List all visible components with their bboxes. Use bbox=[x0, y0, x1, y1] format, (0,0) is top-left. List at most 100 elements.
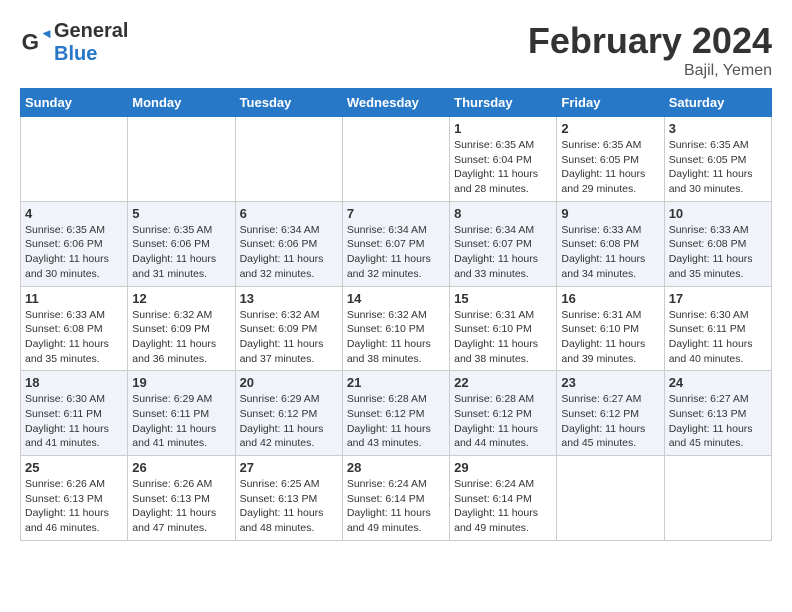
day-number: 15 bbox=[454, 291, 552, 306]
day-number: 3 bbox=[669, 121, 767, 136]
calendar-cell bbox=[128, 117, 235, 202]
weekday-header-wednesday: Wednesday bbox=[342, 89, 449, 117]
day-number: 16 bbox=[561, 291, 659, 306]
calendar-cell: 2 Sunrise: 6:35 AMSunset: 6:05 PMDaylight… bbox=[557, 117, 664, 202]
day-info: Sunrise: 6:34 AMSunset: 6:07 PMDaylight:… bbox=[454, 223, 552, 282]
calendar-cell bbox=[664, 456, 771, 541]
day-number: 18 bbox=[25, 375, 123, 390]
day-info: Sunrise: 6:32 AMSunset: 6:10 PMDaylight:… bbox=[347, 308, 445, 367]
day-info: Sunrise: 6:35 AMSunset: 6:05 PMDaylight:… bbox=[669, 138, 767, 197]
day-info: Sunrise: 6:27 AMSunset: 6:13 PMDaylight:… bbox=[669, 392, 767, 451]
calendar-cell: 3 Sunrise: 6:35 AMSunset: 6:05 PMDaylight… bbox=[664, 117, 771, 202]
month-title: February 2024 bbox=[528, 20, 772, 62]
day-info: Sunrise: 6:26 AMSunset: 6:13 PMDaylight:… bbox=[25, 477, 123, 536]
day-info: Sunrise: 6:33 AMSunset: 6:08 PMDaylight:… bbox=[561, 223, 659, 282]
day-number: 9 bbox=[561, 206, 659, 221]
calendar-cell: 12 Sunrise: 6:32 AMSunset: 6:09 PMDayligh… bbox=[128, 286, 235, 371]
day-number: 10 bbox=[669, 206, 767, 221]
calendar-cell: 7 Sunrise: 6:34 AMSunset: 6:07 PMDaylight… bbox=[342, 201, 449, 286]
weekday-header-monday: Monday bbox=[128, 89, 235, 117]
calendar-header: SundayMondayTuesdayWednesdayThursdayFrid… bbox=[21, 89, 772, 117]
day-number: 28 bbox=[347, 460, 445, 475]
title-area: February 2024 Bajil, Yemen bbox=[528, 20, 772, 80]
day-number: 6 bbox=[240, 206, 338, 221]
day-number: 19 bbox=[132, 375, 230, 390]
calendar-cell: 11Sunrise: 6:33 AMSunset: 6:08 PMDayligh… bbox=[21, 286, 128, 371]
calendar-cell: 1Sunrise: 6:35 AMSunset: 6:04 PMDaylight… bbox=[450, 117, 557, 202]
day-info: Sunrise: 6:29 AMSunset: 6:11 PMDaylight:… bbox=[132, 392, 230, 451]
day-number: 1 bbox=[454, 121, 552, 136]
calendar-cell: 13 Sunrise: 6:32 AMSunset: 6:09 PMDayligh… bbox=[235, 286, 342, 371]
day-number: 5 bbox=[132, 206, 230, 221]
calendar-week-3: 11Sunrise: 6:33 AMSunset: 6:08 PMDayligh… bbox=[21, 286, 772, 371]
day-number: 20 bbox=[240, 375, 338, 390]
day-info: Sunrise: 6:34 AMSunset: 6:07 PMDaylight:… bbox=[347, 223, 445, 282]
day-info: Sunrise: 6:35 AMSunset: 6:06 PMDaylight:… bbox=[132, 223, 230, 282]
calendar-cell bbox=[557, 456, 664, 541]
calendar-cell: 20 Sunrise: 6:29 AMSunset: 6:12 PMDayligh… bbox=[235, 371, 342, 456]
day-number: 2 bbox=[561, 121, 659, 136]
day-info: Sunrise: 6:34 AMSunset: 6:06 PMDaylight:… bbox=[240, 223, 338, 282]
calendar-cell: 25 Sunrise: 6:26 AMSunset: 6:13 PMDayligh… bbox=[21, 456, 128, 541]
calendar-week-2: 4 Sunrise: 6:35 AMSunset: 6:06 PMDaylight… bbox=[21, 201, 772, 286]
weekday-header-saturday: Saturday bbox=[664, 89, 771, 117]
calendar-cell: 5 Sunrise: 6:35 AMSunset: 6:06 PMDaylight… bbox=[128, 201, 235, 286]
calendar-cell: 22 Sunrise: 6:28 AMSunset: 6:12 PMDayligh… bbox=[450, 371, 557, 456]
calendar-cell: 26Sunrise: 6:26 AMSunset: 6:13 PMDayligh… bbox=[128, 456, 235, 541]
day-number: 14 bbox=[347, 291, 445, 306]
calendar-cell: 18 Sunrise: 6:30 AMSunset: 6:11 PMDayligh… bbox=[21, 371, 128, 456]
calendar-cell: 6 Sunrise: 6:34 AMSunset: 6:06 PMDaylight… bbox=[235, 201, 342, 286]
calendar-cell: 16 Sunrise: 6:31 AMSunset: 6:10 PMDayligh… bbox=[557, 286, 664, 371]
day-number: 17 bbox=[669, 291, 767, 306]
day-number: 29 bbox=[454, 460, 552, 475]
day-info: Sunrise: 6:35 AMSunset: 6:05 PMDaylight:… bbox=[561, 138, 659, 197]
logo-icon: G bbox=[20, 27, 52, 59]
day-info: Sunrise: 6:31 AMSunset: 6:10 PMDaylight:… bbox=[561, 308, 659, 367]
calendar-body: 1Sunrise: 6:35 AMSunset: 6:04 PMDaylight… bbox=[21, 117, 772, 541]
day-number: 26 bbox=[132, 460, 230, 475]
calendar-cell: 4 Sunrise: 6:35 AMSunset: 6:06 PMDaylight… bbox=[21, 201, 128, 286]
day-info: Sunrise: 6:29 AMSunset: 6:12 PMDaylight:… bbox=[240, 392, 338, 451]
calendar-week-5: 25 Sunrise: 6:26 AMSunset: 6:13 PMDayligh… bbox=[21, 456, 772, 541]
calendar-cell: 28Sunrise: 6:24 AMSunset: 6:14 PMDayligh… bbox=[342, 456, 449, 541]
day-info: Sunrise: 6:32 AMSunset: 6:09 PMDaylight:… bbox=[132, 308, 230, 367]
logo-text: General Blue bbox=[54, 20, 128, 66]
day-info: Sunrise: 6:28 AMSunset: 6:12 PMDaylight:… bbox=[454, 392, 552, 451]
calendar-cell bbox=[235, 117, 342, 202]
day-number: 8 bbox=[454, 206, 552, 221]
calendar-cell bbox=[21, 117, 128, 202]
day-number: 7 bbox=[347, 206, 445, 221]
day-number: 13 bbox=[240, 291, 338, 306]
day-info: Sunrise: 6:27 AMSunset: 6:12 PMDaylight:… bbox=[561, 392, 659, 451]
day-number: 22 bbox=[454, 375, 552, 390]
weekday-header-sunday: Sunday bbox=[21, 89, 128, 117]
day-info: Sunrise: 6:30 AMSunset: 6:11 PMDaylight:… bbox=[669, 308, 767, 367]
calendar-week-4: 18 Sunrise: 6:30 AMSunset: 6:11 PMDayligh… bbox=[21, 371, 772, 456]
day-number: 27 bbox=[240, 460, 338, 475]
day-info: Sunrise: 6:30 AMSunset: 6:11 PMDaylight:… bbox=[25, 392, 123, 451]
calendar-cell: 24Sunrise: 6:27 AMSunset: 6:13 PMDayligh… bbox=[664, 371, 771, 456]
day-info: Sunrise: 6:33 AMSunset: 6:08 PMDaylight:… bbox=[669, 223, 767, 282]
day-number: 4 bbox=[25, 206, 123, 221]
day-number: 25 bbox=[25, 460, 123, 475]
calendar-cell: 27Sunrise: 6:25 AMSunset: 6:13 PMDayligh… bbox=[235, 456, 342, 541]
logo: G General Blue bbox=[20, 20, 128, 66]
day-info: Sunrise: 6:28 AMSunset: 6:12 PMDaylight:… bbox=[347, 392, 445, 451]
calendar-cell bbox=[342, 117, 449, 202]
calendar-cell: 15Sunrise: 6:31 AMSunset: 6:10 PMDayligh… bbox=[450, 286, 557, 371]
calendar-cell: 23 Sunrise: 6:27 AMSunset: 6:12 PMDayligh… bbox=[557, 371, 664, 456]
day-number: 23 bbox=[561, 375, 659, 390]
day-info: Sunrise: 6:35 AMSunset: 6:06 PMDaylight:… bbox=[25, 223, 123, 282]
day-number: 12 bbox=[132, 291, 230, 306]
svg-text:G: G bbox=[22, 29, 39, 54]
location: Bajil, Yemen bbox=[528, 62, 772, 80]
day-info: Sunrise: 6:33 AMSunset: 6:08 PMDaylight:… bbox=[25, 308, 123, 367]
day-info: Sunrise: 6:24 AMSunset: 6:14 PMDaylight:… bbox=[454, 477, 552, 536]
day-number: 21 bbox=[347, 375, 445, 390]
weekday-header-row: SundayMondayTuesdayWednesdayThursdayFrid… bbox=[21, 89, 772, 117]
calendar-week-1: 1Sunrise: 6:35 AMSunset: 6:04 PMDaylight… bbox=[21, 117, 772, 202]
calendar-cell: 21 Sunrise: 6:28 AMSunset: 6:12 PMDayligh… bbox=[342, 371, 449, 456]
page-header: G General Blue February 2024 Bajil, Yeme… bbox=[20, 20, 772, 80]
calendar-cell: 19 Sunrise: 6:29 AMSunset: 6:11 PMDayligh… bbox=[128, 371, 235, 456]
day-info: Sunrise: 6:32 AMSunset: 6:09 PMDaylight:… bbox=[240, 308, 338, 367]
